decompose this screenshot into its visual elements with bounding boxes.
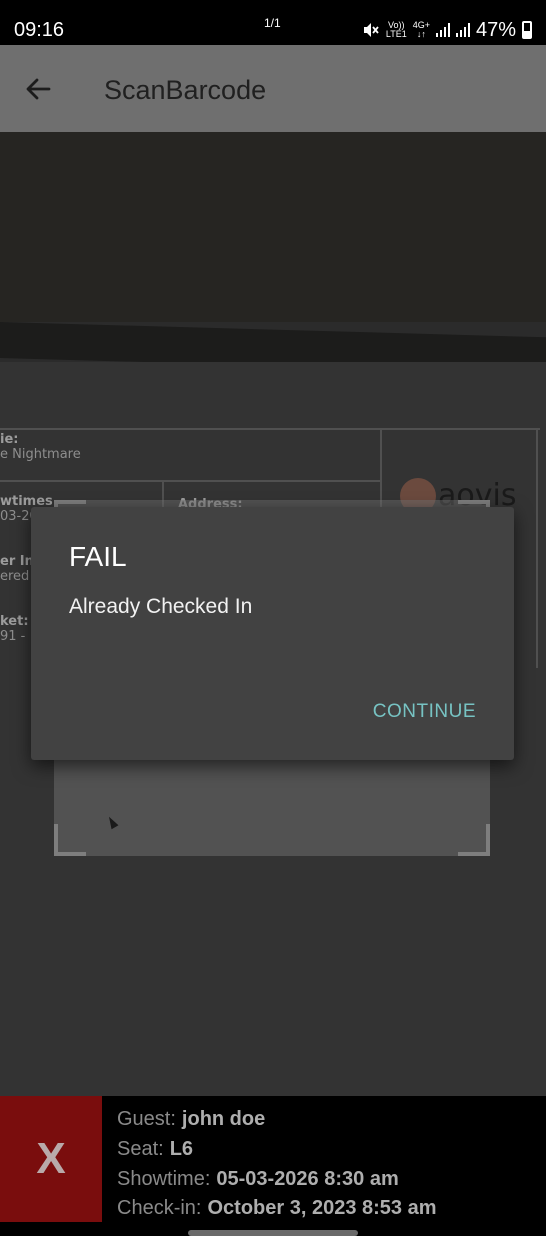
continue-button[interactable]: CONTINUE <box>373 701 476 723</box>
volte-bottom: LTE1 <box>385 29 407 39</box>
page-title: ScanBarcode <box>104 75 267 105</box>
scan-result-panel: X Guest: john doe Seat: L6 Showtime: 05-03-… <box>0 1096 546 1236</box>
ticket-field-order: er In ered <box>0 554 34 584</box>
status-badge: X <box>0 1096 102 1222</box>
checkin-row: Check-in: October 3, 2023 8:53 am <box>117 1197 437 1220</box>
app-bar: ScanBarcode <box>0 45 546 132</box>
guest-value: john doe <box>181 1108 266 1130</box>
network-type: 4G+ ↓↑ <box>413 21 430 39</box>
showtime-value: 05-03-2026 8:30 am <box>216 1168 399 1190</box>
status-time: 09:16 <box>14 19 65 41</box>
mute-icon <box>363 23 379 37</box>
result-dialog: FAIL Already Checked In CONTINUE <box>31 507 514 760</box>
battery-icon <box>522 21 532 39</box>
ticket-divider <box>536 428 538 668</box>
volte-indicator: Vo)) LTE1 <box>386 21 407 39</box>
fail-x-icon: X <box>36 1134 66 1183</box>
signal-icon-2 <box>455 23 470 37</box>
showtime-label: Showtime: <box>117 1168 211 1190</box>
status-icons: Vo)) LTE1 4G+ ↓↑ 47% <box>362 18 532 42</box>
page-indicator: 1/1 <box>264 16 281 30</box>
guest-label: Guest: <box>117 1108 176 1130</box>
checkin-label: Check-in: <box>117 1197 202 1219</box>
ticket-divider <box>0 480 380 482</box>
ticket-divider <box>0 428 540 430</box>
battery-percent: 47% <box>475 18 516 41</box>
guest-row: Guest: john doe <box>117 1108 265 1131</box>
showtime-row: Showtime: 05-03-2026 8:30 am <box>117 1168 399 1191</box>
dialog-message: Already Checked In <box>69 595 253 618</box>
data-arrows-icon: ↓↑ <box>416 29 426 39</box>
back-button[interactable] <box>18 69 58 109</box>
scan-corner-bottom-left <box>54 824 86 856</box>
seat-label: Seat: <box>117 1138 164 1160</box>
dialog-title: FAIL <box>69 541 127 572</box>
checkin-value: October 3, 2023 8:53 am <box>207 1197 437 1219</box>
ticket-field-movie: ie: e Nightmare <box>0 432 81 462</box>
signal-icon-1 <box>435 23 450 37</box>
seat-value: L6 <box>169 1138 194 1160</box>
arrow-left-icon <box>26 78 51 100</box>
seat-row: Seat: L6 <box>117 1138 193 1161</box>
gesture-nav-handle[interactable] <box>188 1230 358 1236</box>
scan-corner-bottom-right <box>458 824 490 856</box>
ticket-field-ticket: ket: 91 - <box>0 614 29 644</box>
status-bar: 09:16 1/1 Vo)) LTE1 4G+ ↓↑ 47% <box>0 0 546 45</box>
camera-background <box>0 132 546 322</box>
